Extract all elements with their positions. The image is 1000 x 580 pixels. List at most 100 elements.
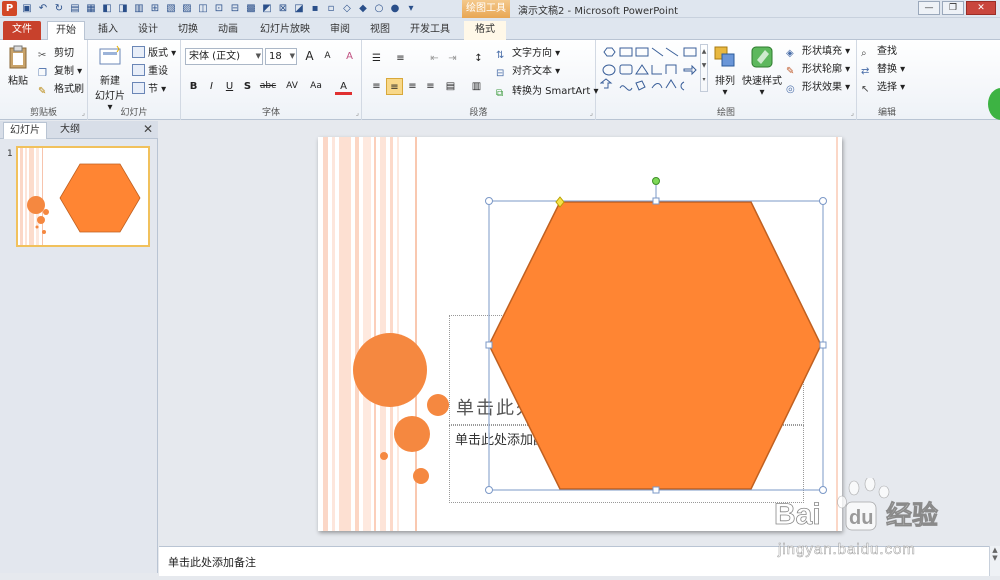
tab-review[interactable]: 审阅	[322, 21, 358, 40]
tab-animations[interactable]: 动画	[210, 21, 246, 40]
font-name-dropdown[interactable]: 宋体 (正文) ▼	[185, 48, 263, 65]
align-center-icon[interactable]: ≡	[386, 78, 403, 95]
undo-icon[interactable]: ↶	[36, 1, 50, 16]
qat-tool-icon[interactable]: ○	[372, 1, 386, 16]
qat-tool-icon[interactable]: ⊠	[276, 1, 290, 16]
columns-icon[interactable]: ▥	[468, 78, 485, 95]
layout-button[interactable]: 版式 ▾	[132, 46, 176, 62]
close-icon[interactable]: ✕	[143, 122, 153, 136]
jingyan-text: 经验	[886, 500, 938, 531]
qat-tool-icon[interactable]: ◧	[100, 1, 114, 16]
tab-file[interactable]: 文件	[3, 21, 41, 40]
strikethrough-button[interactable]: abc	[257, 78, 279, 95]
change-case-button[interactable]: Aa	[305, 78, 327, 95]
qat-tool-icon[interactable]: ▾	[404, 1, 418, 16]
tab-format[interactable]: 格式	[464, 21, 506, 40]
save-icon[interactable]: ▣	[20, 1, 34, 16]
slides-panel: 幻灯片 大纲 ✕ 1	[0, 121, 158, 573]
slide-canvas[interactable]: 单击此处添加标题 单击此处添加副标题	[318, 137, 842, 531]
text-direction-button[interactable]: ⇅ 文字方向 ▾	[496, 46, 560, 62]
tab-home[interactable]: 开始	[47, 21, 85, 40]
restore-button[interactable]: ❐	[942, 1, 964, 15]
decrease-indent-icon[interactable]: ⇤	[426, 50, 443, 67]
qat-tool-icon[interactable]: ◨	[116, 1, 130, 16]
tab-transitions[interactable]: 切换	[170, 21, 206, 40]
justify-icon[interactable]: ≡	[422, 78, 439, 95]
drawing-dialog-launcher-icon[interactable]: ⌟	[851, 109, 854, 117]
convert-smartart-button[interactable]: ⧉ 转换为 SmartArt ▾	[496, 84, 599, 100]
close-button[interactable]: ✕	[966, 1, 996, 15]
powerpoint-app-icon[interactable]: P	[2, 1, 17, 16]
font-dialog-launcher-icon[interactable]: ⌟	[356, 109, 359, 117]
format-painter-button[interactable]: ✎ 格式刷	[38, 82, 84, 98]
qat-tool-icon[interactable]: ▥	[132, 1, 146, 16]
qat-tool-icon[interactable]: ▩	[244, 1, 258, 16]
tab-developer[interactable]: 开发工具	[404, 21, 456, 40]
clipboard-dialog-launcher-icon[interactable]: ⌟	[82, 109, 85, 117]
reset-button[interactable]: 重设	[132, 64, 168, 80]
qat-tool-icon[interactable]: ▫	[324, 1, 338, 16]
qat-tool-icon[interactable]: ⊞	[148, 1, 162, 16]
baidu-paw-toe	[864, 478, 876, 492]
distributed-icon[interactable]: ▤	[442, 78, 459, 95]
bold-button[interactable]: B	[185, 78, 202, 95]
qat-tool-icon[interactable]: ◫	[196, 1, 210, 16]
paste-button[interactable]: 粘贴	[4, 44, 32, 87]
cut-button[interactable]: ✂ 剪切	[38, 46, 74, 62]
font-name-value: 宋体 (正文)	[189, 51, 240, 62]
shape-outline-button[interactable]: ✎ 形状轮廓 ▾	[786, 62, 850, 78]
qat-tool-icon[interactable]: ▪	[308, 1, 322, 16]
redo-icon[interactable]: ↻	[52, 1, 66, 16]
select-button[interactable]: ↖ 选择 ▾	[861, 80, 905, 96]
qat-tool-icon[interactable]: ⊡	[212, 1, 226, 16]
tab-outline[interactable]: 大纲	[54, 122, 86, 139]
shape-fill-button[interactable]: ◈ 形状填充 ▾	[786, 44, 850, 60]
minimize-button[interactable]: —	[918, 1, 940, 15]
align-right-icon[interactable]: ≡	[404, 78, 421, 95]
numbering-icon[interactable]: ≡	[392, 50, 409, 67]
italic-button[interactable]: I	[203, 78, 220, 95]
qat-tool-icon[interactable]: ◆	[356, 1, 370, 16]
tab-slideshow[interactable]: 幻灯片放映	[254, 21, 316, 40]
qat-tool-icon[interactable]: ●	[388, 1, 402, 16]
tab-insert[interactable]: 插入	[90, 21, 126, 40]
bullets-icon[interactable]: ☰	[368, 50, 385, 67]
underline-button[interactable]: U	[221, 78, 238, 95]
increase-indent-icon[interactable]: ⇥	[444, 50, 461, 67]
qat-tool-icon[interactable]: ◇	[340, 1, 354, 16]
text-shadow-button[interactable]: S	[239, 78, 256, 95]
tab-design[interactable]: 设计	[130, 21, 166, 40]
clear-formatting-button[interactable]: A	[341, 48, 358, 65]
qat-tool-icon[interactable]: ▨	[180, 1, 194, 16]
character-spacing-button[interactable]: AV	[281, 78, 303, 95]
font-size-dropdown[interactable]: 18 ▼	[265, 48, 297, 65]
align-left-icon[interactable]: ≡	[368, 78, 385, 95]
tab-slides[interactable]: 幻灯片	[3, 122, 47, 139]
shapes-gallery[interactable]	[600, 44, 704, 96]
font-color-button[interactable]: A	[335, 78, 352, 95]
qat-tool-icon[interactable]: ▦	[84, 1, 98, 16]
line-spacing-icon[interactable]: ↕	[470, 50, 487, 67]
quick-styles-button[interactable]: 快速样式 ▾	[742, 44, 782, 98]
paragraph-dialog-launcher-icon[interactable]: ⌟	[590, 109, 593, 117]
slide-thumbnail[interactable]	[16, 146, 150, 247]
tab-view[interactable]: 视图	[362, 21, 398, 40]
qat-tool-icon[interactable]: ◪	[292, 1, 306, 16]
qat-tool-icon[interactable]: ⊟	[228, 1, 242, 16]
shrink-font-button[interactable]: A	[319, 48, 336, 65]
new-slide-button[interactable]: 新建 幻灯片 ▾	[92, 44, 128, 113]
qat-tool-icon[interactable]: ◩	[260, 1, 274, 16]
slides-group-label: 幻灯片	[120, 108, 148, 118]
qat-tool-icon[interactable]: ▧	[164, 1, 178, 16]
copy-button[interactable]: ❐ 复制 ▾	[38, 64, 82, 80]
shapes-gallery-scroll[interactable]: ▲ ▼ ▾	[700, 44, 708, 92]
selected-hexagon-shape[interactable]	[318, 137, 842, 531]
align-text-button[interactable]: ⊟ 对齐文本 ▾	[496, 64, 560, 80]
arrange-button[interactable]: 排列 ▾	[710, 44, 740, 98]
grow-font-button[interactable]: A	[301, 48, 318, 65]
replace-button[interactable]: ⇄ 替换 ▾	[861, 62, 905, 78]
shape-effects-button[interactable]: ◎ 形状效果 ▾	[786, 80, 850, 96]
find-button[interactable]: ⌕ 查找	[861, 44, 897, 60]
section-button[interactable]: 节 ▾	[132, 82, 166, 98]
qat-tool-icon[interactable]: ▤	[68, 1, 82, 16]
